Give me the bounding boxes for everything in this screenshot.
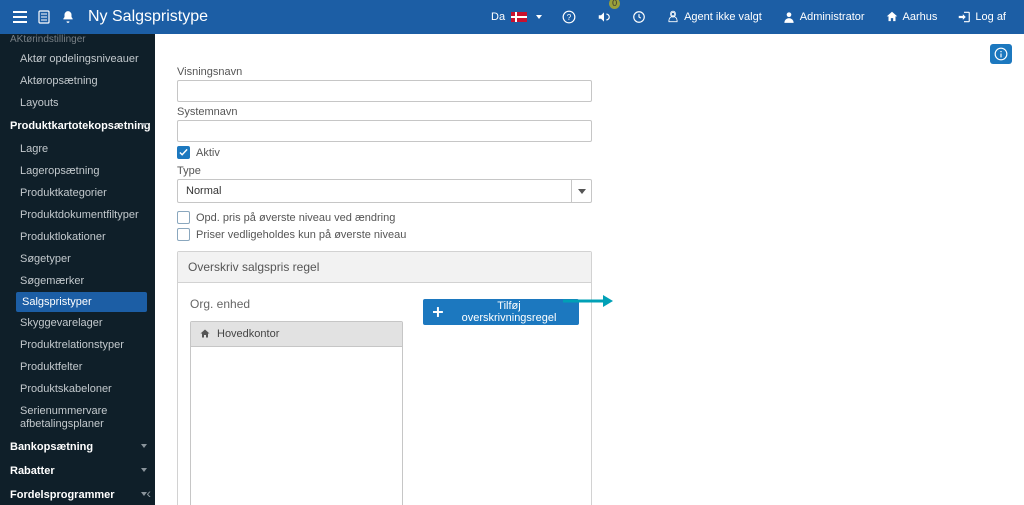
main-content: Visningsnavn Systemnavn Aktiv Type Norma… [155,34,1024,505]
sidebar-item-produktfelter[interactable]: Produktfelter [0,356,155,378]
type-select[interactable]: Normal [177,179,592,203]
svg-text:?: ? [567,13,572,22]
volume-badge: 0 [609,0,620,9]
agent-label: Agent ikke valgt [684,11,762,23]
sidebar-item-lagre[interactable]: Lagre [0,138,155,160]
clock-icon[interactable] [622,0,656,34]
aktiv-checkbox[interactable] [177,146,190,159]
sidebar: AKtørindstillinger Aktør opdelingsniveau… [0,34,155,505]
topbar: Ny Salgspristype Da ? 0 Agent ikke valgt… [0,0,1024,34]
sidebar-section-product-label: Produktkartotekopsætning [10,120,151,132]
sidebar-item-salgspristyper[interactable]: Salgspristyper [16,292,147,312]
help-button[interactable] [990,44,1012,64]
type-select-value: Normal [178,185,571,197]
home-icon [199,328,211,340]
volume-icon[interactable]: 0 [586,0,622,34]
user-menu[interactable]: Administrator [772,0,875,34]
sidebar-section-bank[interactable]: Bankopsætning [0,435,155,459]
language-label: Da [491,11,505,23]
opd-pris-checkbox[interactable] [177,211,190,224]
sidebar-collapse-icon[interactable]: ‹ [146,485,151,501]
opd-pris-label: Opd. pris på øverste niveau ved ændring [196,212,395,224]
plus-icon [433,307,443,317]
location-menu[interactable]: Aarhus [875,0,948,34]
sidebar-item-skyggevarelager[interactable]: Skyggevarelager [0,312,155,334]
aktiv-label: Aktiv [196,147,220,159]
priser-vedligehold-label: Priser vedligeholdes kun på øverste nive… [196,229,406,241]
sidebar-item-lageropsaetning[interactable]: Lageropsætning [0,160,155,182]
sidebar-section-rabatter[interactable]: Rabatter [0,459,155,483]
type-label: Type [177,165,592,177]
sidebar-section-product[interactable]: Produktkartotekopsætning [0,114,155,138]
sidebar-item-produktkategorier[interactable]: Produktkategorier [0,182,155,204]
systemnavn-input[interactable] [177,120,592,142]
sidebar-item-produktskabeloner[interactable]: Produktskabeloner [0,378,155,400]
sidebar-section-actor-trunc: AKtørindstillinger [0,34,155,48]
flag-dk-icon [511,12,527,22]
priser-vedligehold-checkbox[interactable] [177,228,190,241]
user-label: Administrator [800,11,865,23]
add-override-rule-button[interactable]: Tilføj overskrivningsregel [423,299,579,325]
logout-button[interactable]: Log af [947,0,1016,34]
page-title: Ny Salgspristype [88,8,208,26]
systemnavn-label: Systemnavn [177,106,755,118]
sidebar-item-serienummer[interactable]: Serienummervare afbetalingsplaner [0,400,155,435]
clipboard-icon[interactable] [32,0,56,34]
sidebar-section-fordelsprogrammer-label: Fordelsprogrammer [10,489,115,501]
visningsnavn-input[interactable] [177,80,592,102]
language-selector[interactable]: Da [481,0,552,34]
chevron-down-icon [536,15,542,19]
sidebar-section-fordelsprogrammer[interactable]: Fordelsprogrammer [0,483,155,505]
sidebar-section-rabatter-label: Rabatter [10,465,55,477]
chevron-down-icon [578,189,586,194]
org-tree-root-label: Hovedkontor [217,328,279,340]
override-panel-title: Overskriv salgspris regel [178,252,591,283]
chevron-down-icon [141,123,147,127]
location-label: Aarhus [903,11,938,23]
sidebar-item-produktlokationer[interactable]: Produktlokationer [0,226,155,248]
chevron-down-icon [141,444,147,448]
sidebar-item-soegemaerker[interactable]: Søgemærker [0,270,155,292]
sidebar-item-actor-levels[interactable]: Aktør opdelingsniveauer [0,48,155,70]
bell-icon[interactable] [56,0,80,34]
menu-icon[interactable] [8,0,32,34]
org-tree[interactable]: Hovedkontor [190,321,403,505]
org-tree-row-root[interactable]: Hovedkontor [191,322,402,347]
help-top-icon[interactable]: ? [552,0,586,34]
logout-label: Log af [975,11,1006,23]
agent-selector[interactable]: Agent ikke valgt [656,0,772,34]
org-unit-title: Org. enhed [190,297,403,311]
type-select-toggle[interactable] [571,180,591,202]
sidebar-item-produktdokumentfiltyper[interactable]: Produktdokumentfiltyper [0,204,155,226]
sidebar-item-layouts[interactable]: Layouts [0,92,155,114]
sidebar-item-soegetyper[interactable]: Søgetyper [0,248,155,270]
visningsnavn-label: Visningsnavn [177,66,755,78]
sidebar-item-produktrelationstyper[interactable]: Produktrelationstyper [0,334,155,356]
sidebar-section-bank-label: Bankopsætning [10,441,93,453]
add-override-rule-label: Tilføj overskrivningsregel [449,300,569,324]
override-panel: Overskriv salgspris regel Org. enhed Hov… [177,251,592,505]
sidebar-item-actor-setup[interactable]: Aktøropsætning [0,70,155,92]
chevron-down-icon [141,468,147,472]
